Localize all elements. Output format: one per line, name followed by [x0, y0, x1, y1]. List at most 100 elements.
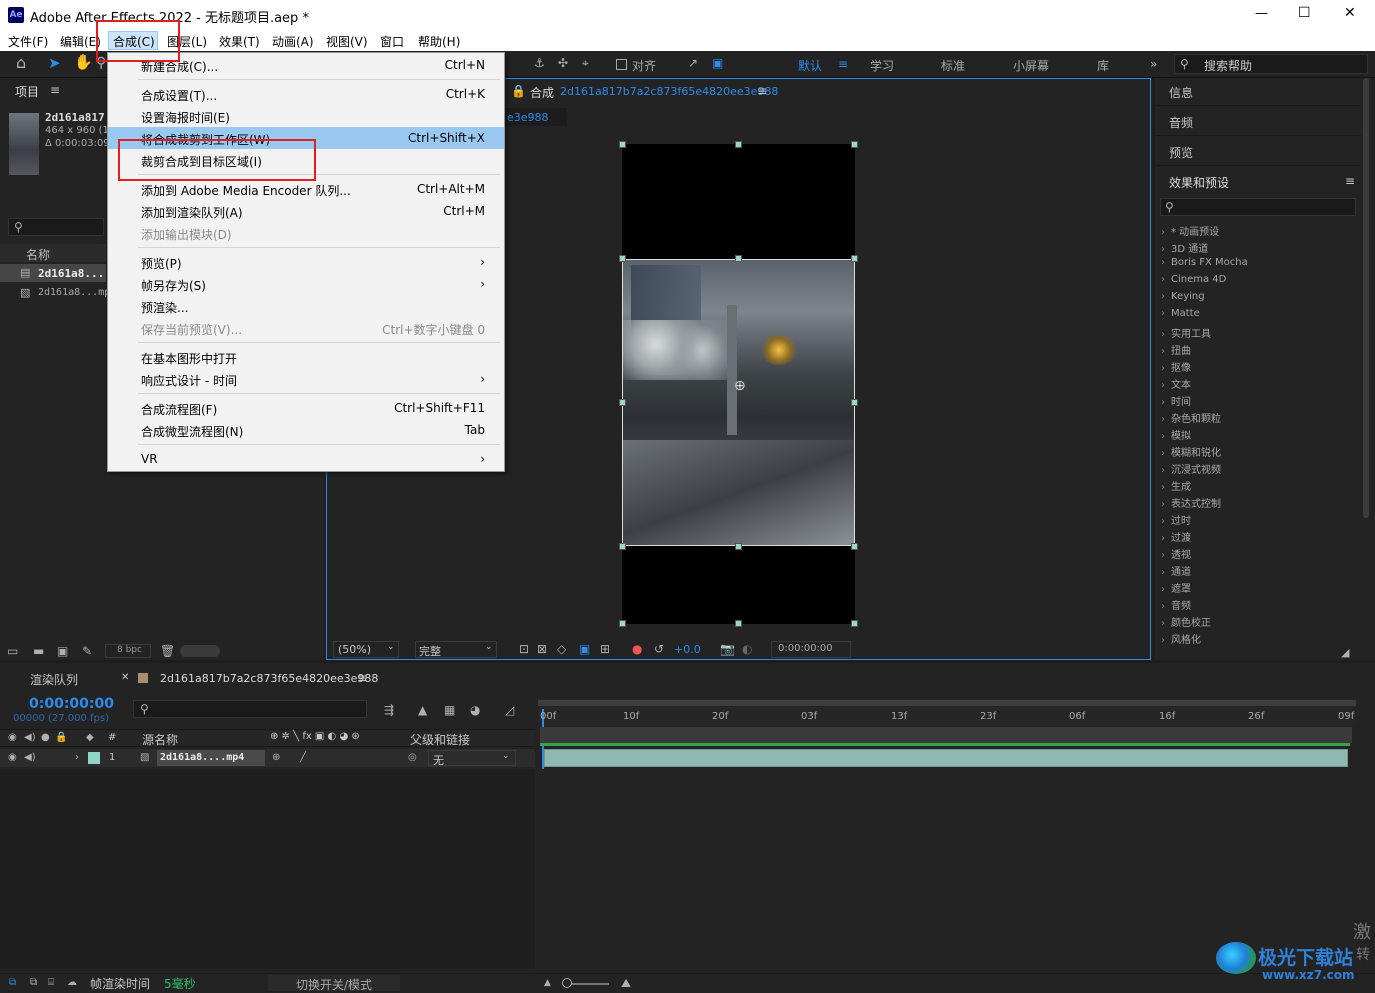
menu-item-open-in-essential-graphics[interactable]: 在基本图形中打开 [108, 346, 504, 368]
info-panel-title[interactable]: 信息 [1169, 84, 1193, 101]
zoom-out-icon[interactable]: ▲ [544, 976, 551, 990]
toggle-switches-icon[interactable]: ⧉ [9, 976, 16, 990]
grid-icon[interactable]: ⊞ [600, 642, 610, 656]
comp-tab-menu-icon[interactable]: ≡ [757, 84, 767, 98]
timeline-close-icon[interactable]: ✕ [121, 672, 129, 683]
menu-help[interactable]: 帮助(H) [418, 33, 460, 50]
effects-category[interactable]: › Boris FX Mocha [1161, 257, 1248, 268]
pin-tool-icon[interactable]: ✣ [558, 56, 568, 70]
project-scroll-pill[interactable] [180, 645, 220, 657]
workspace-menu-icon[interactable]: ≡ [838, 57, 848, 71]
menu-item-composition-settings[interactable]: 合成设置(T)... Ctrl+K [108, 83, 504, 105]
anchor-point-icon[interactable]: ⊕ [734, 378, 746, 394]
canvas-handle-br[interactable] [851, 620, 858, 627]
menu-item-save-frame-as[interactable]: 帧另存为(S) › [108, 273, 504, 295]
project-tab-menu-icon[interactable]: ≡ [50, 83, 60, 97]
layer-duration-bar[interactable] [544, 749, 1348, 767]
transparency-grid-icon[interactable]: ⊠ [537, 642, 547, 656]
layer-expand-icon[interactable]: › [75, 751, 79, 765]
menu-item-responsive-design-time[interactable]: 响应式设计 - 时间 › [108, 368, 504, 390]
snap-icon[interactable]: ↗ [688, 56, 698, 70]
column-parent[interactable]: 父级和链接 [410, 731, 470, 748]
region-icon[interactable]: ⊡ [519, 642, 529, 656]
timeline-tab-menu-icon[interactable]: ≡ [357, 671, 367, 685]
right-scrollbar[interactable] [1363, 78, 1369, 518]
effects-category[interactable]: › 模拟 [1161, 427, 1191, 442]
workspace-standard[interactable]: 标准 [941, 57, 965, 74]
workspace-small-screen[interactable]: 小屏幕 [1013, 57, 1049, 74]
canvas-handle-tm[interactable] [735, 141, 742, 148]
selection-tool-icon[interactable]: ➤ [48, 56, 61, 71]
layer-name[interactable]: 2d161a8....mp4 [160, 752, 244, 763]
reset-exposure-icon[interactable]: ↺ [654, 642, 664, 656]
layer-label-swatch[interactable] [88, 752, 100, 764]
snapshot-camera-icon[interactable]: 📷 [720, 642, 735, 656]
audio-panel-title[interactable]: 音频 [1169, 114, 1193, 131]
time-navigator-bar[interactable] [540, 727, 1352, 743]
toggle-stretch-icon[interactable]: ☁ [67, 976, 77, 990]
effects-category[interactable]: › 生成 [1161, 478, 1191, 493]
color-channels-icon[interactable]: ● [632, 642, 642, 656]
effects-panel-title[interactable]: 效果和预设 [1169, 174, 1229, 191]
canvas-handle-tr[interactable] [851, 141, 858, 148]
layer-handle-tm[interactable] [735, 255, 742, 262]
menu-item-add-to-render-queue[interactable]: 添加到渲染队列(A) Ctrl+M [108, 200, 504, 222]
project-row-comp[interactable]: 2d161a8... [38, 267, 104, 280]
menu-effect[interactable]: 效果(T) [219, 33, 260, 50]
layer-handle-tr[interactable] [851, 255, 858, 262]
timeline-comp-tab[interactable]: 2d161a817b7a2c873f65e4820ee3e988 [160, 672, 378, 685]
minimize-button[interactable]: — [1255, 6, 1268, 21]
menu-item-pre-render[interactable]: 预渲染... [108, 295, 504, 317]
comp-flowchart-icon[interactable]: ⇶ [384, 703, 394, 717]
snap-frame-icon[interactable]: ▣ [712, 56, 723, 70]
interpret-footage-icon[interactable]: ▭ [7, 644, 18, 658]
new-composition-icon[interactable]: ▣ [57, 644, 68, 658]
effects-category[interactable]: › 3D 通道 [1161, 240, 1208, 255]
menu-item-set-poster-time[interactable]: 设置海报时间(E) [108, 105, 504, 127]
preview-panel-title[interactable]: 预览 [1169, 144, 1193, 161]
menu-item-add-to-media-encoder[interactable]: 添加到 Adobe Media Encoder 队列... Ctrl+Alt+M [108, 178, 504, 200]
align-checkbox[interactable] [616, 59, 627, 70]
hand-tool-icon[interactable]: ✋ [74, 55, 93, 70]
effects-category[interactable]: › 表达式控制 [1161, 495, 1221, 510]
effects-category[interactable]: › 过时 [1161, 512, 1191, 527]
effects-category[interactable]: › 颜色校正 [1161, 614, 1211, 629]
layer-handle-ml[interactable] [619, 399, 626, 406]
effects-category[interactable]: › Cinema 4D [1161, 274, 1226, 285]
effects-category[interactable]: › 抠像 [1161, 359, 1191, 374]
zoom-in-icon[interactable]: ⛰ [621, 976, 631, 990]
pin-advanced-icon[interactable]: ⌖ [582, 56, 589, 70]
layer-handle-tl[interactable] [619, 255, 626, 262]
layer-audio-icon[interactable]: ◀) [24, 751, 36, 765]
toggle-mode-label[interactable]: 切换开关/模式 [296, 976, 372, 993]
timeline-timecode[interactable]: 0:00:00:00 [29, 696, 114, 712]
menu-item-add-output-module[interactable]: 添加输出模块(D) [108, 222, 504, 244]
close-button[interactable]: ✕ [1344, 5, 1356, 21]
effects-category[interactable]: › 扭曲 [1161, 342, 1191, 357]
motion-blur-icon[interactable]: ◕ [470, 703, 480, 717]
menu-window[interactable]: 窗口 [380, 33, 404, 50]
pen-icon[interactable]: ✎ [82, 644, 92, 658]
menu-item-mini-flowchart[interactable]: 合成微型流程图(N) Tab [108, 419, 504, 441]
effects-search-field[interactable] [1160, 198, 1356, 216]
effects-category[interactable]: › 透视 [1161, 546, 1191, 561]
new-folder-icon[interactable]: ▬ [33, 644, 44, 658]
project-tab[interactable]: 项目 [15, 83, 39, 100]
menu-item-vr[interactable]: VR › [108, 448, 504, 470]
draft-3d-icon[interactable]: ▲ [418, 703, 427, 717]
frame-blend-icon[interactable]: ▦ [444, 703, 455, 717]
comp-breadcrumb[interactable]: e3e988 [507, 111, 549, 124]
effects-category[interactable]: › 时间 [1161, 393, 1191, 408]
zoom-slider-knob[interactable] [562, 978, 572, 988]
exposure-value[interactable]: +0.0 [674, 643, 701, 656]
layer-handle-mr[interactable] [851, 399, 858, 406]
render-queue-tab[interactable]: 渲染队列 [30, 671, 78, 688]
canvas-handle-bl[interactable] [619, 620, 626, 627]
maximize-button[interactable]: ☐ [1298, 5, 1311, 21]
graph-editor-icon[interactable]: ◿ [505, 703, 514, 717]
menu-file[interactable]: 文件(F) [8, 33, 48, 50]
menu-edit[interactable]: 编辑(E) [60, 33, 101, 50]
puppet-tool-icon[interactable]: ⚓ [534, 56, 545, 70]
effects-category[interactable]: › 杂色和颗粒 [1161, 410, 1221, 425]
show-snapshot-icon[interactable]: ◐ [742, 642, 752, 656]
